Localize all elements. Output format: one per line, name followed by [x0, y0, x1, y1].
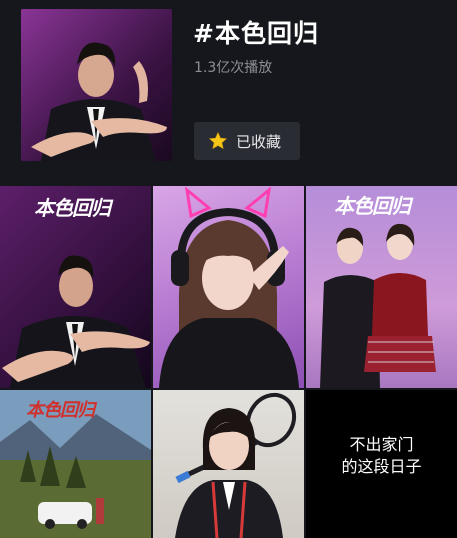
video-thumbnail-4[interactable]: 本色回归 [0, 390, 151, 538]
thumbnail-overlay-text: 本色回归 [334, 194, 411, 218]
thumbnail-5-illustration [175, 392, 297, 538]
thumbnail-caption: 不出家门 的这段日子 [306, 434, 457, 478]
cover-illustration [21, 9, 172, 161]
favorite-button[interactable]: 已收藏 [194, 122, 300, 160]
favorite-label: 已收藏 [236, 132, 282, 151]
video-thumbnail-1[interactable]: 本色回归 [0, 186, 151, 388]
topic-header: #本色回归 1.3亿次播放 已收藏 [0, 0, 457, 184]
play-count: 1.3亿次播放 [194, 60, 273, 76]
thumbnail-overlay-text: 本色回归 [26, 400, 95, 421]
topic-cover-image[interactable] [21, 9, 172, 161]
topic-page: #本色回归 1.3亿次播放 已收藏 本色回归 本色回归 本色回归 不出家门 的这… [0, 0, 457, 538]
video-thumbnail-5[interactable] [153, 390, 304, 538]
caption-line-2: 的这段日子 [341, 457, 422, 476]
video-grid: 本色回归 本色回归 本色回归 不出家门 的这段日子 [0, 186, 457, 538]
video-thumbnail-6[interactable]: 不出家门 的这段日子 [306, 390, 457, 538]
thumbnail-overlay-text: 本色回归 [34, 196, 111, 220]
topic-title: #本色回归 [193, 19, 319, 48]
star-icon [209, 132, 227, 149]
video-thumbnail-3[interactable]: 本色回归 [306, 186, 457, 388]
video-thumbnail-2[interactable] [153, 186, 304, 388]
thumbnail-2-illustration [159, 186, 299, 388]
caption-line-1: 不出家门 [349, 435, 414, 454]
